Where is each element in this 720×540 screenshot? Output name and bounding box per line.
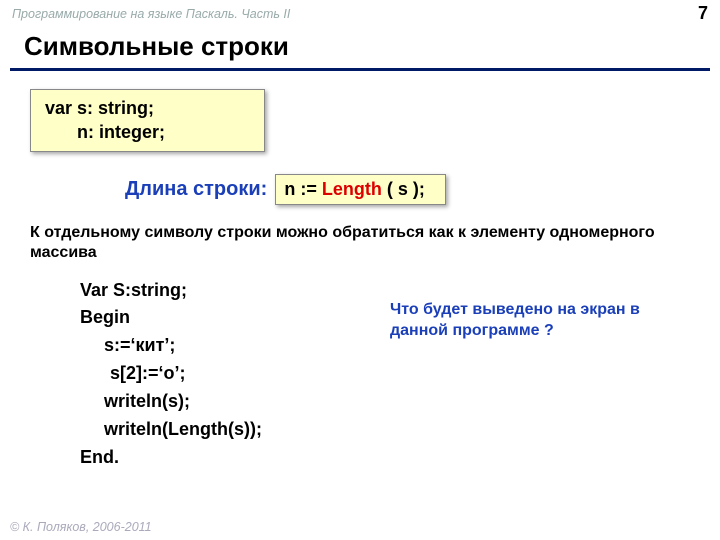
decl-line-2: n: integer; (45, 120, 250, 144)
header-bar: Программирование на языке Паскаль. Часть… (0, 0, 720, 27)
slide-title: Символьные строки (10, 27, 710, 71)
question-text: Что будет выведено на экран в данной про… (390, 300, 690, 342)
length-code-box: n := Length ( s ); (275, 174, 446, 205)
var-declaration-box: var s: string; n: integer; (30, 89, 265, 152)
length-label: Длина строки: (125, 178, 267, 201)
prog-line-4: s[2]:=‘о’; (80, 360, 720, 388)
decl-line-1: var s: string; (45, 96, 250, 120)
footer-copyright: © К. Поляков, 2006-2011 (10, 520, 152, 534)
course-title: Программирование на языке Паскаль. Часть… (12, 7, 290, 21)
length-code-prefix: n := (284, 179, 322, 199)
length-row: Длина строки: n := Length ( s ); (0, 174, 720, 205)
prog-line-6: writeln(Length(s)); (80, 416, 720, 444)
prog-line-5: writeln(s); (80, 388, 720, 416)
length-func: Length (322, 179, 382, 199)
explanation-text: К отдельному символу строки можно обрати… (30, 223, 690, 263)
prog-line-7: End. (80, 444, 720, 472)
page-number: 7 (698, 3, 708, 24)
length-code-suffix: ( s ); (382, 179, 425, 199)
